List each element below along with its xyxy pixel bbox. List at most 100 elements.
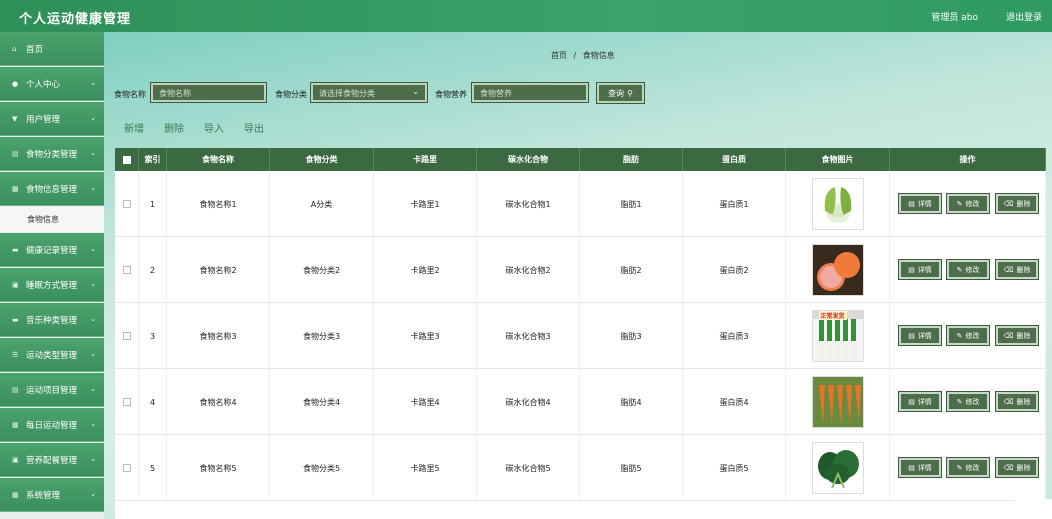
table-row: 3 食物名称3 食物分类3 卡路里3 碳水化合物3 脂肪3 蛋白质3 正常发货 ▤ 详情 ✎ 修改 ⌫ 删… xyxy=(115,303,1046,369)
home-icon: ⌂ xyxy=(12,44,17,53)
food-image-bok-choy[interactable] xyxy=(811,178,864,230)
breadcrumb-home[interactable]: 首页 xyxy=(551,51,567,60)
grid-icon: ▦ xyxy=(12,490,19,499)
add-button[interactable]: 新增 xyxy=(124,120,144,135)
sidebar-item-label: 健康记录管理 xyxy=(26,245,78,256)
delete-button[interactable]: ⌫ 删除 xyxy=(995,391,1039,412)
cell-index: 3 xyxy=(139,303,167,369)
sidebar-item-label: 音乐种类管理 xyxy=(26,315,78,326)
row-checkbox[interactable] xyxy=(122,464,131,472)
file-icon: ▤ xyxy=(908,397,915,406)
sidebar-item-3[interactable]: ▼ 用户管理 ⌄ xyxy=(0,102,104,136)
select-all-checkbox[interactable] xyxy=(122,155,131,164)
sidebar-item-6[interactable]: ▬ 健康记录管理 ⌄ xyxy=(0,233,104,267)
cell-fat: 脂肪5 xyxy=(580,435,683,501)
export-button[interactable]: 导出 xyxy=(244,120,264,135)
sidebar-item-label: 营养配餐管理 xyxy=(26,455,78,466)
edit-label: 修改 xyxy=(965,463,980,472)
sidebar-item-11[interactable]: ▦ 每日运动管理 ⌄ xyxy=(0,408,104,442)
chevron-down-icon: ⌄ xyxy=(90,350,96,358)
sidebar-item-2[interactable]: ● 个人中心 ⌄ xyxy=(0,67,104,101)
food-image-grapefruit[interactable] xyxy=(811,244,864,296)
archive-icon: ▣ xyxy=(12,280,19,289)
row-checkbox[interactable] xyxy=(122,398,131,406)
detail-button[interactable]: ▤ 详情 xyxy=(898,457,942,478)
row-checkbox[interactable] xyxy=(122,200,131,208)
column-header: 卡路里 xyxy=(374,148,477,171)
delete-button[interactable]: ⌫ 删除 xyxy=(995,457,1039,478)
sidebar-item-12[interactable]: ▣ 营养配餐管理 ⌄ xyxy=(0,443,104,477)
sidebar-item-label: 每日运动管理 xyxy=(26,420,78,431)
cell-calories: 卡路里3 xyxy=(374,303,477,369)
import-button[interactable]: 导入 xyxy=(204,120,224,135)
cell-carbs: 碳水化合物1 xyxy=(477,171,580,237)
food-image-spinach[interactable] xyxy=(811,442,864,494)
query-button[interactable]: 查询 ⚲ xyxy=(596,82,645,104)
cell-calories: 卡路里4 xyxy=(374,369,477,435)
breadcrumb-current: 食物信息 xyxy=(582,51,615,60)
column-header: 蛋白质 xyxy=(683,148,786,171)
column-header: 碳水化合物 xyxy=(477,148,580,171)
search-icon: ⚲ xyxy=(627,88,633,98)
column-header: 食物分类 xyxy=(270,148,374,171)
sidebar-item-4[interactable]: ▤ 食物分类管理 ⌄ xyxy=(0,137,104,171)
row-checkbox[interactable] xyxy=(122,332,131,340)
cell-fat: 脂肪4 xyxy=(580,369,683,435)
detail-button[interactable]: ▤ 详情 xyxy=(898,325,942,346)
delete-button[interactable]: 删除 xyxy=(164,120,184,135)
cell-carbs: 碳水化合物2 xyxy=(477,237,580,303)
sidebar-item-10[interactable]: ▤ 运动项目管理 ⌄ xyxy=(0,373,104,407)
cell-name: 食物名称4 xyxy=(167,369,270,435)
food-nutrition-input[interactable]: 食物营养 xyxy=(471,82,589,103)
sidebar-item-8[interactable]: ▬ 音乐种类管理 ⌄ xyxy=(0,303,104,337)
chevron-down-icon: ⌄ xyxy=(90,114,96,122)
doc-icon: ▬ xyxy=(12,245,19,254)
edit-button[interactable]: ✎ 修改 xyxy=(946,457,990,478)
delete-button[interactable]: ⌫ 删除 xyxy=(995,325,1039,346)
edit-button[interactable]: ✎ 修改 xyxy=(946,193,990,214)
sidebar-item-9[interactable]: ☰ 运动类型管理 ⌄ xyxy=(0,338,104,372)
detail-button[interactable]: ▤ 详情 xyxy=(898,391,942,412)
detail-button[interactable]: ▤ 详情 xyxy=(898,193,942,214)
edit-icon: ✎ xyxy=(956,397,963,406)
chevron-down-icon: ⌄ xyxy=(412,87,419,96)
food-category-select[interactable]: 请选择食物分类 ⌄ xyxy=(310,82,428,103)
food-category-placeholder: 请选择食物分类 xyxy=(319,89,375,98)
sidebar-item-1[interactable]: ⌂ 首页 xyxy=(0,32,104,66)
sidebar-subitem-food-info[interactable]: 食物信息 xyxy=(0,207,104,232)
detail-label: 详情 xyxy=(917,397,932,406)
sidebar-item-5[interactable]: ▦ 食物信息管理 ⌄ xyxy=(0,172,104,206)
food-image-leek[interactable]: 正常发货 xyxy=(811,310,864,362)
cell-actions: ▤ 详情 ✎ 修改 ⌫ 删除 xyxy=(890,171,1046,237)
logout-link[interactable]: 退出登录 xyxy=(1006,10,1042,23)
cell-protein: 蛋白质3 xyxy=(683,303,786,369)
sidebar-item-7[interactable]: ▣ 睡眠方式管理 ⌄ xyxy=(0,268,104,302)
table-row: 1 食物名称1 A分类 卡路里1 碳水化合物1 脂肪1 蛋白质1 ▤ 详情 ✎ 修改 ⌫ 删除 xyxy=(115,171,1046,237)
row-checkbox[interactable] xyxy=(122,266,131,274)
sidebar-item-label: 睡眠方式管理 xyxy=(26,280,78,291)
chevron-down-icon: ⌄ xyxy=(90,420,96,428)
edit-button[interactable]: ✎ 修改 xyxy=(946,259,990,280)
chevron-down-icon: ⌄ xyxy=(90,149,96,157)
detail-button[interactable]: ▤ 详情 xyxy=(898,259,942,280)
food-name-input[interactable]: 食物名称 xyxy=(150,82,267,103)
cell-index: 1 xyxy=(139,171,167,237)
cell-protein: 蛋白质4 xyxy=(683,369,786,435)
row-select-cell xyxy=(115,303,139,369)
sidebar-item-13[interactable]: ▦ 系统管理 ⌄ xyxy=(0,478,104,512)
delete-button[interactable]: ⌫ 删除 xyxy=(995,193,1039,214)
row-select-cell xyxy=(115,237,139,303)
archive-icon: ▣ xyxy=(12,455,19,464)
edit-button[interactable]: ✎ 修改 xyxy=(946,391,990,412)
delete-button[interactable]: ⌫ 删除 xyxy=(995,259,1039,280)
edit-button[interactable]: ✎ 修改 xyxy=(946,325,990,346)
file-icon: ▤ xyxy=(908,265,915,274)
food-image-carrot[interactable] xyxy=(811,376,864,428)
chevron-down-icon: ⌄ xyxy=(90,184,96,192)
table-header: 索引 食物名称 食物分类 卡路里 碳水化合物 脂肪 蛋白质 食物图片 操作 xyxy=(115,148,1046,171)
row-select-cell xyxy=(115,435,139,501)
cell-index: 4 xyxy=(139,369,167,435)
chevron-down-icon: ⌄ xyxy=(90,385,96,393)
cell-protein: 蛋白质2 xyxy=(683,237,786,303)
row-select-cell xyxy=(115,171,139,237)
